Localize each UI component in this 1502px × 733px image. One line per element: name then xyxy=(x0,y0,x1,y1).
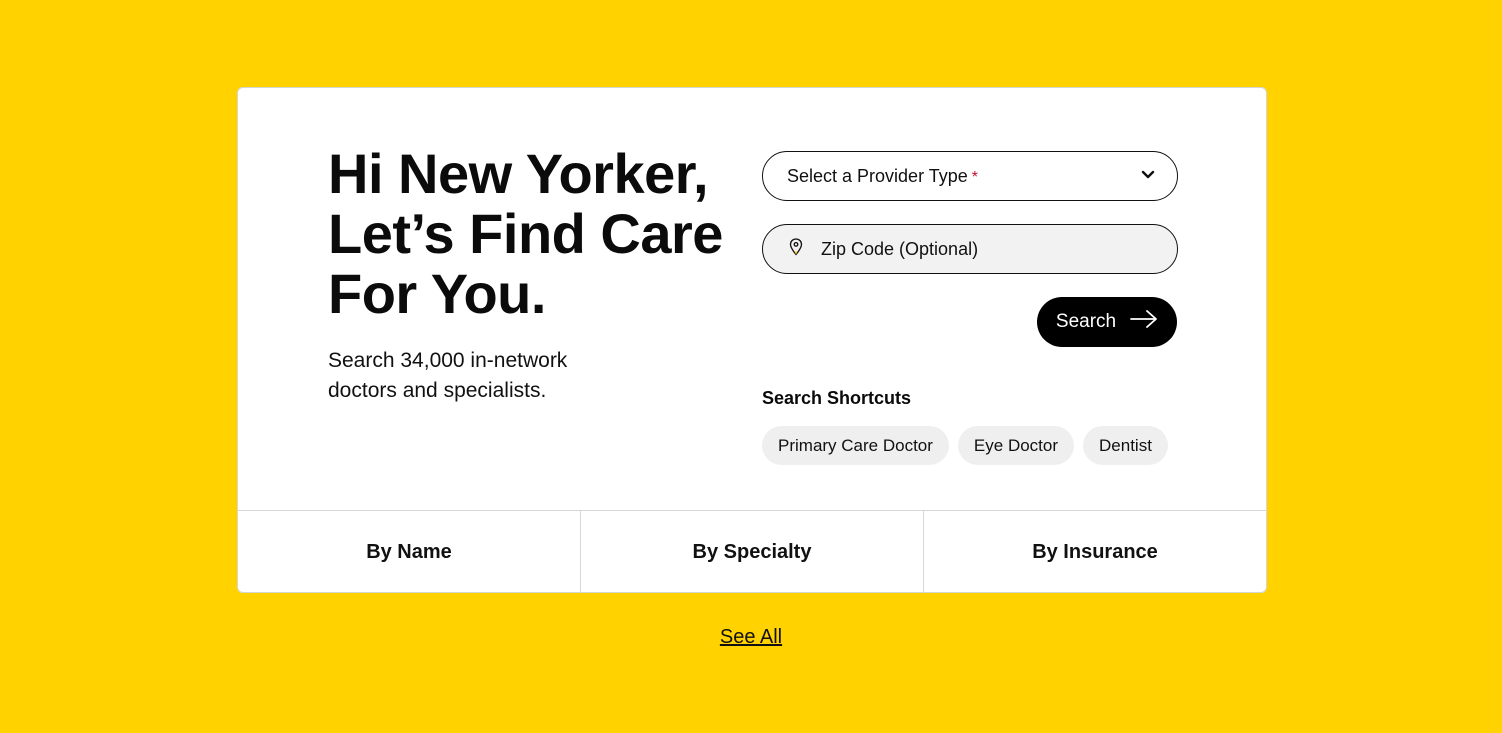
location-pin-icon xyxy=(789,237,803,261)
tab-by-insurance[interactable]: By Insurance xyxy=(924,511,1266,592)
hero-subtitle: Search 34,000 in-network doctors and spe… xyxy=(328,349,568,402)
find-care-card: Hi New Yorker, Let’s Find Care For You. … xyxy=(237,87,1267,593)
arrow-right-icon xyxy=(1130,310,1158,334)
headline-line-1: Hi New Yorker, xyxy=(328,142,709,205)
provider-type-text: Select a Provider Type xyxy=(787,165,968,186)
tab-by-name[interactable]: By Name xyxy=(238,511,581,592)
see-all-container: See All xyxy=(0,626,1502,649)
search-shortcuts-heading: Search Shortcuts xyxy=(762,388,912,408)
provider-type-label: Select a Provider Type * xyxy=(787,166,1141,187)
chevron-down-icon xyxy=(1141,167,1155,185)
search-button-label: Search xyxy=(1055,311,1117,332)
page-title: Hi New Yorker, Let’s Find Care For You. xyxy=(328,144,748,324)
see-all-link[interactable]: See All xyxy=(720,626,782,648)
zip-code-input[interactable] xyxy=(819,237,1157,261)
shortcut-dentist[interactable]: Dentist xyxy=(1083,426,1168,465)
headline-line-3: For You. xyxy=(328,262,546,325)
search-button[interactable]: Search xyxy=(1037,297,1177,347)
required-marker: * xyxy=(971,168,978,186)
search-shortcuts-list: Primary Care Doctor Eye Doctor Dentist xyxy=(762,426,1168,465)
shortcut-primary-care-doctor[interactable]: Primary Care Doctor xyxy=(762,426,949,465)
zip-code-field xyxy=(762,224,1178,274)
tab-by-specialty[interactable]: By Specialty xyxy=(581,511,924,592)
provider-type-select[interactable]: Select a Provider Type * xyxy=(762,151,1178,201)
search-by-tabs: By Name By Specialty By Insurance xyxy=(238,510,1266,592)
shortcut-eye-doctor[interactable]: Eye Doctor xyxy=(957,426,1075,465)
headline-line-2: Let’s Find Care xyxy=(328,202,723,265)
